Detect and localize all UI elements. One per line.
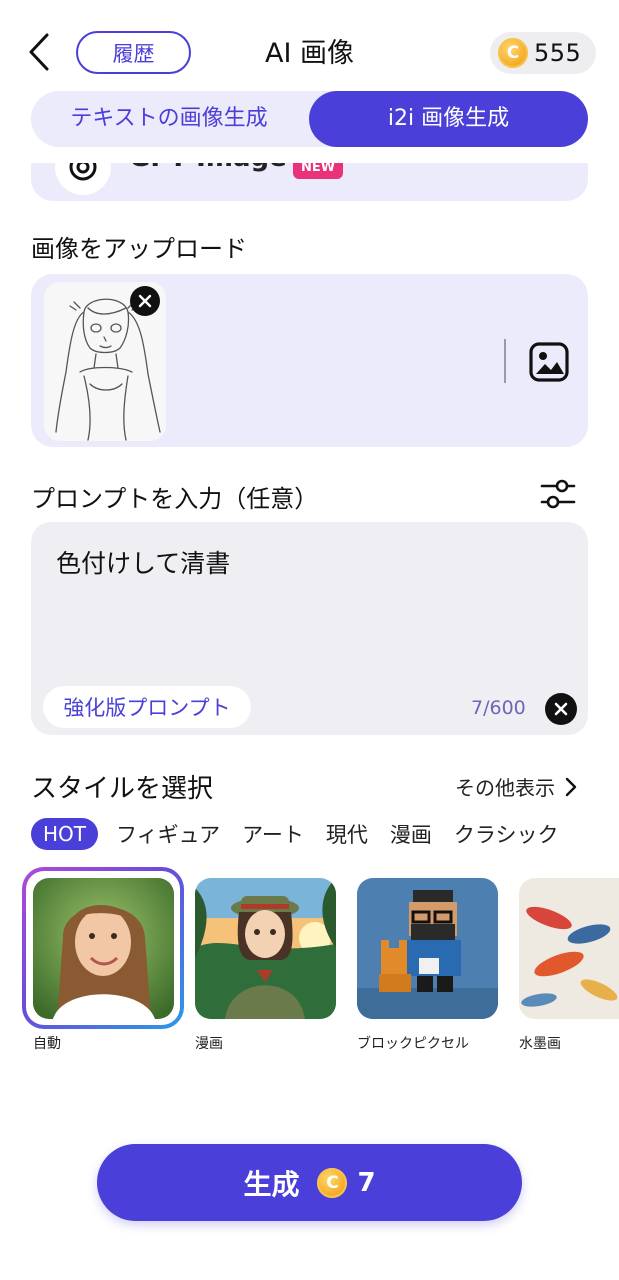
sliders-icon: [540, 479, 576, 509]
style-card-manga[interactable]: [195, 878, 336, 1019]
coin-count: 555: [534, 39, 582, 67]
coin-icon: C: [317, 1167, 348, 1198]
prompt-settings-button[interactable]: [540, 478, 576, 510]
style-category-tabs: HOT フィギュア アート 現代 漫画 クラシック: [31, 817, 581, 851]
gallery-button[interactable]: [528, 341, 570, 383]
category-tab-hot[interactable]: HOT: [31, 818, 98, 850]
enhance-prompt-button[interactable]: 強化版プロンプト: [43, 686, 251, 728]
generate-cost: 7: [357, 1167, 376, 1198]
close-icon: [554, 702, 568, 716]
style-label-ink-painting: 水墨画: [519, 1036, 561, 1052]
generate-label: 生成: [243, 1167, 300, 1201]
style-section-label: スタイルを選択: [31, 774, 214, 804]
style-label-manga: 漫画: [195, 1036, 223, 1052]
char-counter: 7/600: [471, 697, 526, 719]
tab-image-to-image[interactable]: i2i 画像生成: [309, 91, 588, 147]
page-title: AI 画像: [264, 38, 354, 69]
model-selector-clip: GPT Image 1 NEW: [31, 163, 588, 201]
style-card-ink-painting[interactable]: [519, 878, 619, 1019]
manga-thumbnail: [195, 878, 336, 1019]
mode-tabs: テキストの画像生成 i2i 画像生成: [31, 91, 588, 147]
upload-section-label: 画像をアップロード: [31, 235, 247, 263]
prompt-text[interactable]: 色付けして清書: [56, 544, 230, 580]
image-gallery-icon: [529, 342, 569, 382]
show-more-label: その他表示: [455, 776, 555, 800]
style-label-auto: 自動: [33, 1036, 61, 1052]
category-tab-art[interactable]: アート: [242, 819, 304, 849]
tab-text-to-image[interactable]: テキストの画像生成: [31, 91, 307, 147]
chevron-right-icon: [565, 777, 577, 796]
generate-button[interactable]: 生成 C 7: [97, 1144, 522, 1221]
ink-painting-thumbnail: [519, 878, 619, 1019]
remove-image-button[interactable]: [130, 286, 160, 316]
model-name: GPT Image 1: [129, 163, 314, 173]
upload-box[interactable]: [31, 274, 588, 447]
upload-divider: [504, 339, 506, 383]
show-more-link[interactable]: その他表示: [455, 772, 577, 801]
model-selector[interactable]: GPT Image 1 NEW: [31, 163, 588, 201]
category-tab-modern[interactable]: 現代: [326, 819, 368, 849]
history-button[interactable]: 履歴: [76, 31, 191, 74]
new-badge: NEW: [293, 163, 343, 179]
prompt-section-label: プロンプトを入力（任意）: [31, 485, 319, 513]
category-tab-figure[interactable]: フィギュア: [116, 819, 220, 849]
category-tab-classic[interactable]: クラシック: [454, 819, 559, 849]
chevron-left-icon: [29, 33, 49, 71]
style-card-auto[interactable]: [33, 878, 174, 1019]
portrait-thumbnail: [33, 878, 174, 1019]
style-card-block-pixel[interactable]: [357, 878, 498, 1019]
openai-logo-icon: [55, 163, 111, 195]
coin-icon: C: [498, 38, 528, 68]
category-tab-manga[interactable]: 漫画: [390, 819, 432, 849]
style-label-block-pixel: ブロックピクセル: [357, 1036, 469, 1052]
block-pixel-thumbnail: [357, 878, 498, 1019]
back-button[interactable]: [22, 30, 56, 74]
coin-balance[interactable]: C 555: [490, 32, 596, 74]
prompt-input[interactable]: 色付けして清書 強化版プロンプト 7/600: [31, 522, 588, 735]
clear-prompt-button[interactable]: [545, 693, 577, 725]
close-icon: [138, 294, 152, 308]
